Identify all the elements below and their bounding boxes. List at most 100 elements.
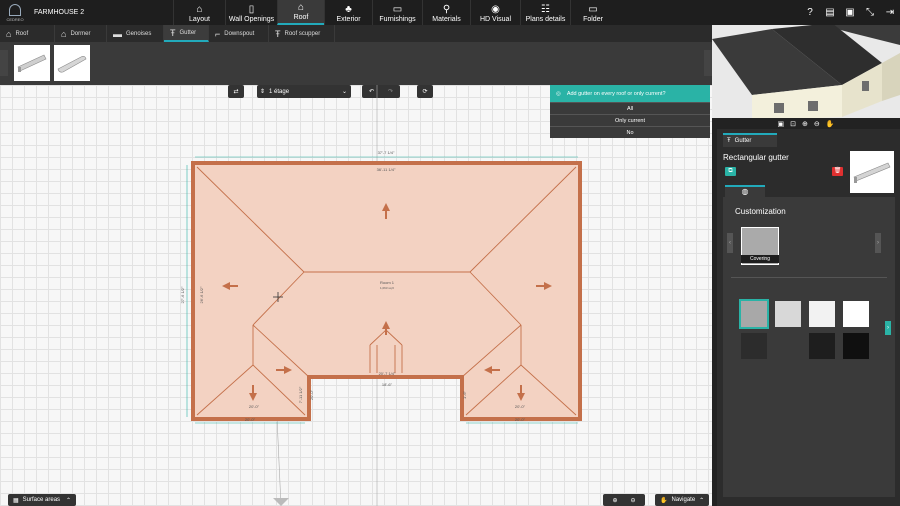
nav-plans-details[interactable]: ☷ Plans details xyxy=(520,0,570,25)
nav-label: HD Visual xyxy=(480,16,511,23)
tab-gutter[interactable]: Ŧ Gutter xyxy=(723,133,777,147)
color-swatch[interactable] xyxy=(741,333,767,359)
gutter-icon: Ŧ xyxy=(727,138,731,144)
color-swatch[interactable] xyxy=(809,301,835,327)
dim-6: 20'-0" xyxy=(515,404,526,409)
nav-exterior[interactable]: ♣ Exterior xyxy=(324,0,372,25)
dim-3: 7'-11 1/2" xyxy=(298,386,303,403)
roof-subtabs: ⌂ Roof ⌂ Dormer ▬ Genoises Ŧ Gutter ⌐ Downspout Ŧ R… xyxy=(0,25,712,42)
color-swatch[interactable] xyxy=(739,299,769,329)
nav-roof[interactable]: ⌂ Roof xyxy=(277,0,324,25)
app-root: CEDREO FARMHOUSE 2 ⌂ Layout ▯ Wall Openings… xyxy=(0,0,900,506)
fullscreen-icon[interactable]: ⤡ xyxy=(860,7,880,18)
gutter-properties-panel: Ŧ Gutter Rectangular gutter ⧉ 🗑 ◍ Custom… xyxy=(712,129,900,506)
nav-furnishings[interactable]: ▭ Furnishings xyxy=(372,0,422,25)
help-icon[interactable]: ? xyxy=(800,7,820,18)
logout-icon[interactable]: ⇥ xyxy=(880,7,900,18)
exterior-icon: ♣ xyxy=(345,4,352,15)
roof-outline xyxy=(191,161,582,421)
subtab-gutter[interactable]: Ŧ Gutter xyxy=(164,25,209,42)
grid-icon: ▦ xyxy=(13,497,19,504)
camera-icon[interactable]: ⊡ xyxy=(790,120,796,128)
logo-mark-icon xyxy=(9,3,21,16)
roof-scupper-icon: Ŧ xyxy=(275,28,281,39)
chevron-up-icon: ⌃ xyxy=(65,497,71,504)
zoom-in-icon[interactable]: ⊕ xyxy=(612,497,617,504)
duplicate-button[interactable]: ⧉ xyxy=(725,167,736,176)
color-swatch[interactable] xyxy=(843,301,869,327)
navigate-label: Navigate xyxy=(671,497,696,503)
floorplan-icon[interactable]: ▣ xyxy=(778,120,785,128)
subtab-genoises[interactable]: ▬ Genoises xyxy=(107,25,164,42)
nav-hd-visual[interactable]: ◉ HD Visual xyxy=(470,0,520,25)
dim-5: 18'-6" xyxy=(382,382,393,387)
comment-icon[interactable]: ▤ xyxy=(820,7,840,18)
gutter-preview-image xyxy=(850,151,894,193)
subtab-label: Dormer xyxy=(70,30,91,37)
dim-1: 20'-0" xyxy=(249,404,260,409)
swatch-next-arrow[interactable]: › xyxy=(885,321,891,335)
plan-canvas[interactable]: ⇄ ⇕ 1 étage ⌄ ↶ ↷ ⟳ ◎ Add gutter on ever… xyxy=(0,85,712,506)
gutter-title: Rectangular gutter xyxy=(723,153,789,162)
zoom-out-icon[interactable]: ⊖ xyxy=(630,497,635,504)
nav-label: Exterior xyxy=(336,16,361,23)
hand-icon[interactable]: ✋ xyxy=(826,120,835,128)
customization-tab-icon[interactable]: ◍ xyxy=(725,185,765,197)
genoises-icon: ▬ xyxy=(113,28,122,39)
zoom-out-icon[interactable]: ⊖ xyxy=(814,120,820,128)
catalog-item-rectangular-gutter[interactable] xyxy=(14,45,50,81)
subtab-roof[interactable]: ⌂ Roof xyxy=(0,25,55,42)
save-icon[interactable]: ▣ xyxy=(840,7,860,18)
color-swatch[interactable] xyxy=(843,333,869,359)
dim-9: 1'-6" xyxy=(462,390,467,399)
materials-icon: ⚲ xyxy=(442,4,451,15)
dormer-icon: ⌂ xyxy=(61,28,67,39)
main-nav: ⌂ Layout ▯ Wall Openings ⌂ Roof ♣ Exterior ▭ Furn… xyxy=(173,0,615,25)
color-swatch[interactable] xyxy=(809,333,835,359)
nav-label: Folder xyxy=(583,16,603,23)
compass-icon xyxy=(273,498,289,506)
hd-visual-icon: ◉ xyxy=(491,4,500,15)
color-swatch[interactable] xyxy=(775,333,801,359)
nav-label: Plans details xyxy=(525,16,566,23)
customization-title: Customization xyxy=(735,207,786,216)
room-label: Room 1 xyxy=(380,280,395,285)
catalog-scroll-left[interactable] xyxy=(0,50,8,76)
subtab-label: Genoises xyxy=(126,30,152,37)
dim-8: 20'-0" xyxy=(309,389,314,400)
nav-layout[interactable]: ⌂ Layout xyxy=(173,0,225,25)
color-swatch[interactable] xyxy=(775,301,801,327)
3d-preview[interactable] xyxy=(712,25,900,129)
roof-icon: ⌂ xyxy=(297,2,305,13)
zoom-in-icon[interactable]: ⊕ xyxy=(802,120,808,128)
catalog-scroll-right[interactable] xyxy=(704,50,712,76)
customization-section: ◍ Customization ‹ Covering › › xyxy=(723,185,895,497)
nav-wall-openings[interactable]: ▯ Wall Openings xyxy=(225,0,277,25)
nav-label: Roof xyxy=(293,14,309,21)
project-title: FARMHOUSE 2 xyxy=(34,9,85,16)
header-actions: ? ▤ ▣ ⤡ ⇥ xyxy=(800,0,900,25)
gutter-icon: Ŧ xyxy=(170,27,176,38)
tab-gutter-label: Gutter xyxy=(734,138,752,144)
navigate-toggle[interactable]: ✋ Navigate ⌃ xyxy=(655,494,709,506)
subtab-label: Gutter xyxy=(179,29,197,36)
dim-7: 20'-0" xyxy=(515,417,526,422)
downspout-icon: ⌐ xyxy=(215,28,221,39)
covering-prev-arrow[interactable]: ‹ xyxy=(727,233,733,253)
delete-button[interactable]: 🗑 xyxy=(832,167,843,176)
catalog-item-round-gutter[interactable] xyxy=(54,45,90,81)
covering-next-arrow[interactable]: › xyxy=(875,233,881,253)
surface-areas-toggle[interactable]: ▦ Surface areas ⌃ xyxy=(8,494,76,506)
dim-inner-top: 36'-11 1/4" xyxy=(377,167,396,172)
top-bar: CEDREO FARMHOUSE 2 ⌂ Layout ▯ Wall Openings… xyxy=(0,0,900,25)
dim-2: 20'-0" xyxy=(245,417,256,422)
3d-house-render xyxy=(712,25,900,129)
nav-materials[interactable]: ⚲ Materials xyxy=(422,0,470,25)
plans-details-icon: ☷ xyxy=(541,4,550,15)
subtab-dormer[interactable]: ⌂ Dormer xyxy=(55,25,107,42)
subtab-downspout[interactable]: ⌐ Downspout xyxy=(209,25,269,42)
gutter-catalog xyxy=(0,42,712,85)
subtab-roof-scupper[interactable]: Ŧ Roof scupper xyxy=(269,25,335,42)
cedreo-logo: CEDREO xyxy=(0,0,30,25)
nav-folder[interactable]: ▭ Folder xyxy=(570,0,615,25)
